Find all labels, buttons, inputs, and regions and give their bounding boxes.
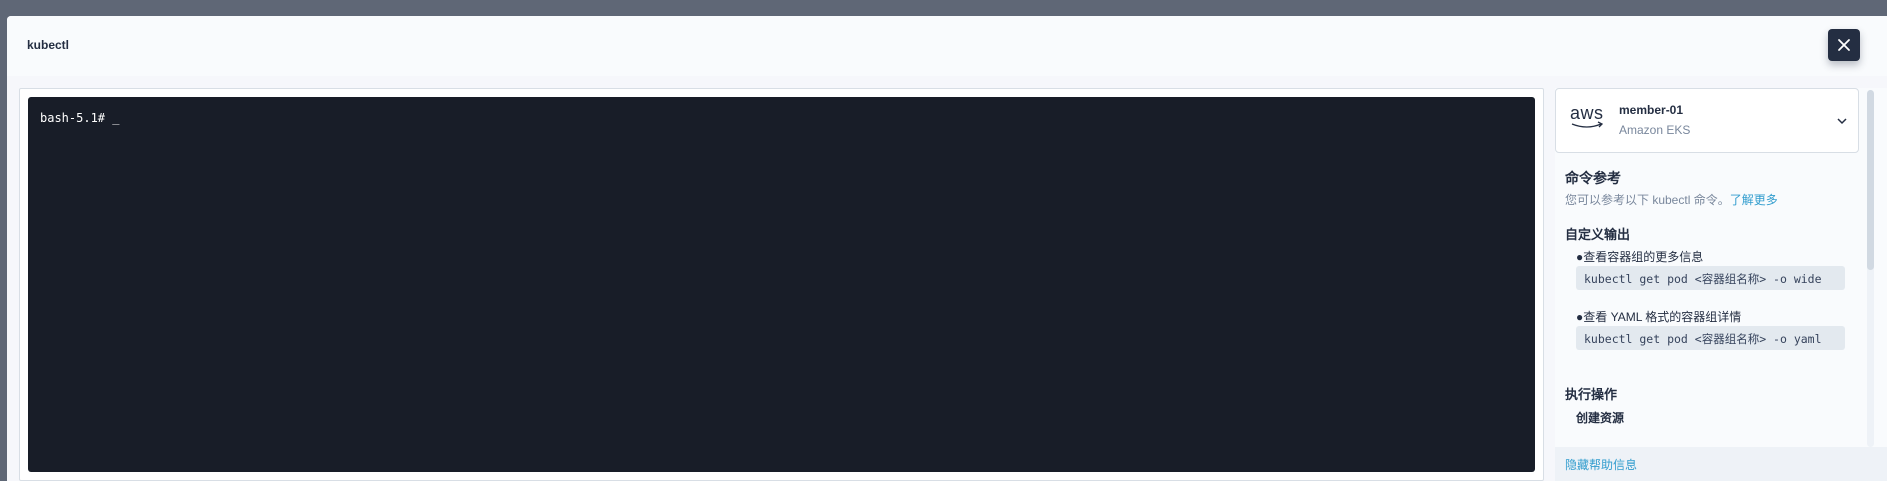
section-title-actions: 执行操作 <box>1565 387 1618 402</box>
modal-title: kubectl <box>27 38 70 52</box>
help-description: 您可以参考以下 kubectl 命令。了解更多 <box>1565 191 1778 208</box>
command-code-box[interactable]: kubectl get pod <容器组名称> -o yaml <box>1576 326 1845 350</box>
learn-more-link[interactable]: 了解更多 <box>1730 193 1778 207</box>
cluster-name: member-01 <box>1619 103 1684 117</box>
hide-help-link[interactable]: 隐藏帮助信息 <box>1565 456 1637 473</box>
aws-logo-icon: aws <box>1570 103 1606 131</box>
help-footer: 隐藏帮助信息 <box>1555 447 1887 481</box>
scrollbar-thumb[interactable] <box>1867 90 1874 270</box>
close-icon <box>1838 39 1850 51</box>
section-title-custom-output: 自定义输出 <box>1565 227 1631 242</box>
cluster-select[interactable]: aws member-01 Amazon EKS <box>1555 88 1859 153</box>
terminal-prompt: bash-5.1# _ <box>40 111 120 125</box>
help-item-label: ●查看容器组的更多信息 <box>1576 250 1704 264</box>
help-scrollbar[interactable] <box>1867 90 1874 447</box>
terminal[interactable]: bash-5.1# _ <box>28 97 1535 472</box>
kubectl-modal: kubectl bash-5.1# _ aws member-01 Amazon… <box>7 16 1887 481</box>
command-code-box[interactable]: kubectl get pod <容器组名称> -o wide <box>1576 266 1845 290</box>
help-item-label: ●查看 YAML 格式的容器组详情 <box>1576 310 1742 324</box>
cluster-provider: Amazon EKS <box>1619 123 1691 137</box>
close-button[interactable] <box>1828 29 1860 61</box>
help-side-panel: aws member-01 Amazon EKS 命令参考 您可以参考以下 ku… <box>1555 88 1887 481</box>
help-title: 命令参考 <box>1565 170 1621 186</box>
sub-item-create-resource: 创建资源 <box>1576 411 1625 425</box>
chevron-down-icon <box>1837 118 1847 125</box>
modal-header: kubectl <box>7 16 1887 76</box>
help-description-text: 您可以参考以下 kubectl 命令。 <box>1565 193 1730 207</box>
terminal-panel: bash-5.1# _ <box>19 88 1544 481</box>
